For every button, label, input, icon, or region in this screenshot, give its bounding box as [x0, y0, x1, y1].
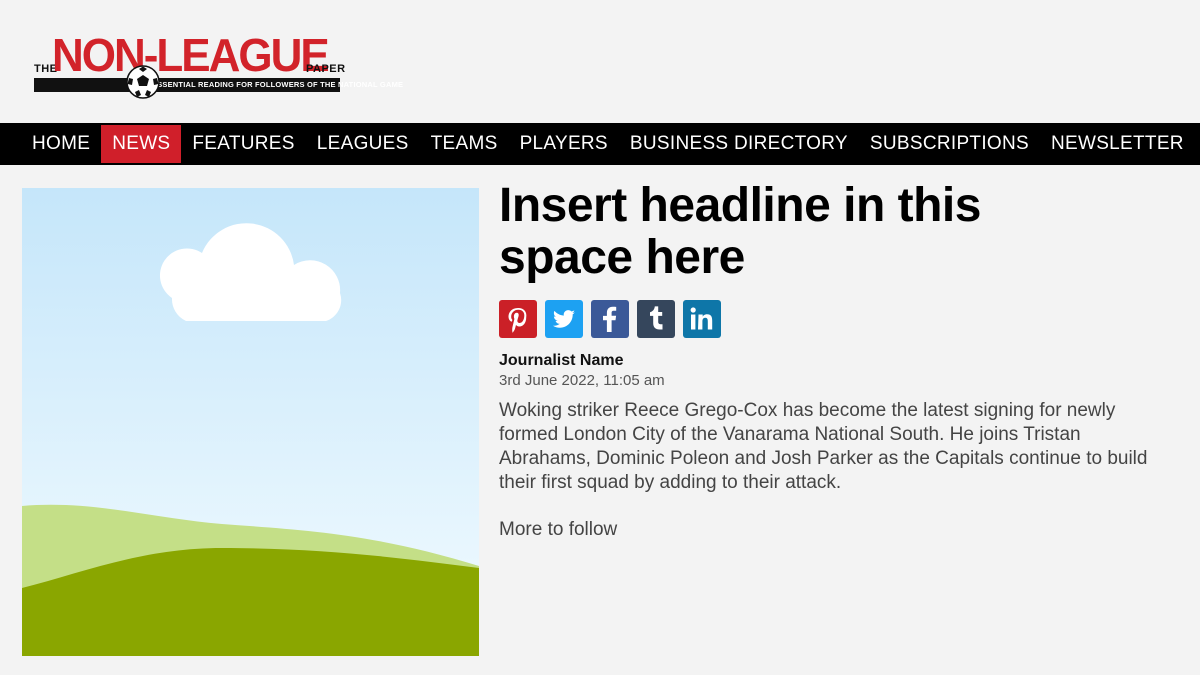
logo-title: NON-LEAGUE — [52, 30, 330, 82]
main-nav: HOME NEWS FEATURES LEAGUES TEAMS PLAYERS… — [0, 123, 1200, 165]
linkedin-icon — [690, 307, 713, 330]
logo-paper: PAPER — [306, 63, 346, 75]
share-linkedin-button[interactable] — [683, 300, 721, 338]
nav-item-news[interactable]: NEWS — [101, 125, 182, 163]
article-image — [22, 188, 479, 656]
nav-item-teams[interactable]: TEAMS — [420, 123, 509, 165]
share-pinterest-button[interactable] — [499, 300, 537, 338]
article-body: Woking striker Reece Grego-Cox has becom… — [499, 400, 1148, 493]
share-bar — [499, 300, 1159, 338]
article-more: More to follow — [499, 519, 618, 540]
facebook-icon — [603, 306, 617, 332]
article-author[interactable]: Journalist Name — [499, 352, 1159, 370]
tumblr-icon — [650, 306, 663, 330]
football-icon — [126, 65, 160, 99]
site-logo[interactable]: THE NON-LEAGUE PAPER ESSENTIAL READING F… — [34, 30, 403, 99]
article-date: 3rd June 2022, 11:05 am — [499, 372, 665, 389]
logo-tagline: ESSENTIAL READING FOR FOLLOWERS OF THE N… — [34, 78, 403, 92]
nav-item-home[interactable]: HOME — [21, 123, 101, 165]
share-tumblr-button[interactable] — [637, 300, 675, 338]
share-facebook-button[interactable] — [591, 300, 629, 338]
nav-item-newsletter[interactable]: NEWSLETTER — [1040, 123, 1195, 165]
nav-item-players[interactable]: PLAYERS — [509, 123, 619, 165]
article-headline: Insert headline in this space here — [499, 179, 981, 284]
nav-item-business-directory[interactable]: BUSINESS DIRECTORY — [619, 123, 859, 165]
twitter-icon — [553, 310, 575, 328]
share-twitter-button[interactable] — [545, 300, 583, 338]
pinterest-icon — [508, 308, 527, 333]
article: Insert headline in this space here Journ… — [499, 180, 1159, 541]
nav-item-features[interactable]: FEATURES — [181, 123, 305, 165]
nav-item-leagues[interactable]: LEAGUES — [306, 123, 420, 165]
nav-item-subscriptions[interactable]: SUBSCRIPTIONS — [859, 123, 1040, 165]
